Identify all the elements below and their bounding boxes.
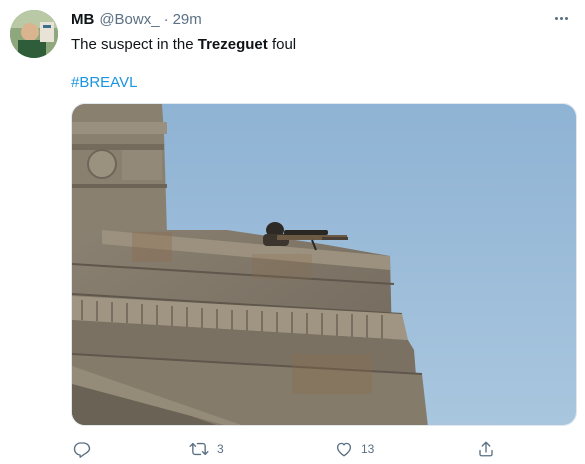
tweet-image[interactable]	[71, 103, 577, 426]
tweet-actions: 3 13	[71, 438, 577, 460]
tweet-text-end: foul	[267, 36, 297, 53]
tweet-text: The suspect in the Trezeguet foul	[71, 35, 296, 55]
separator-dot: ·	[163, 11, 169, 28]
like-button[interactable]: 13	[335, 438, 374, 460]
hashtag-link[interactable]: #BREAVL	[71, 73, 137, 93]
reply-icon	[73, 442, 91, 458]
timestamp[interactable]: 29m	[173, 11, 202, 28]
share-button[interactable]	[477, 438, 495, 460]
retweet-icon	[189, 442, 209, 456]
share-icon	[479, 441, 493, 457]
tweet-header: MB @Bowx_ · 29m	[71, 11, 202, 31]
tweet-text-start: The suspect in the	[71, 36, 198, 53]
tweet-text-bold: Trezeguet	[197, 36, 268, 53]
heart-icon	[336, 442, 352, 457]
more-icon[interactable]	[549, 8, 573, 28]
retweet-button[interactable]: 3	[189, 438, 224, 460]
retweet-count: 3	[217, 442, 224, 456]
reply-button[interactable]	[73, 438, 99, 460]
like-count: 13	[361, 442, 375, 456]
author-handle[interactable]: @Bowx_	[99, 11, 159, 28]
avatar[interactable]	[10, 10, 58, 58]
tweet[interactable]: MB @Bowx_ · 29m The suspect in the Treze…	[0, 0, 585, 464]
author-name[interactable]: MB	[71, 11, 94, 28]
